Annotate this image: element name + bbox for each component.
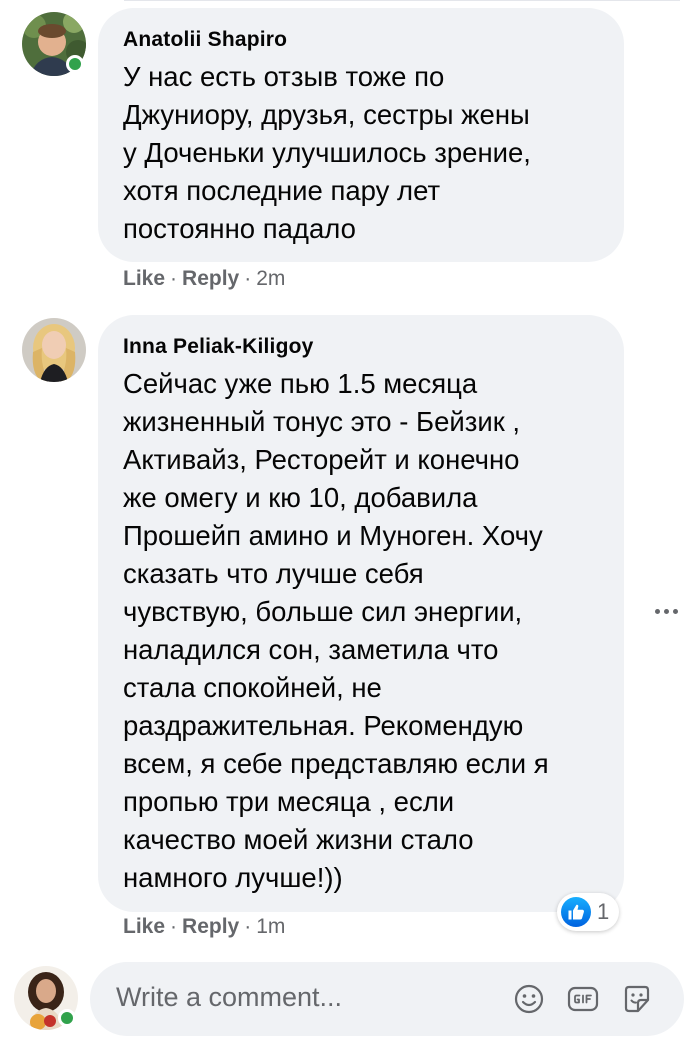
reply-button[interactable]: Reply [182,915,239,938]
dot [672,608,678,614]
comment-input-box[interactable]: Write a comment... [90,962,684,1036]
comment-text-line: Сейчас уже пью 1.5 месяца [123,368,478,399]
comment-actions: Like · Reply · 1m [123,915,285,939]
comment-timestamp[interactable]: 2m [256,267,285,290]
comment-author[interactable]: Anatolii Shapiro [123,28,287,52]
comment-actions: Like · Reply · 2m [123,267,285,291]
comment-text-line: стала спокойней, не [123,672,382,703]
comment-text-line: намного лучше!)) [123,862,343,893]
reaction-count: 1 [597,899,610,924]
dot [654,608,660,614]
comment-text-line: У нас есть отзыв тоже по [123,61,445,92]
thumbs-up-icon [561,897,591,927]
gif-icon[interactable] [566,982,600,1016]
comment-text-line: раздражительная. Рекомендую [123,710,524,741]
comment-author[interactable]: Inna Peliak-Kiligoy [123,335,314,359]
comment-text-line: чувствую, больше сил энергии, [123,596,523,627]
comment-bubble: Inna Peliak-Kiligoy Сейчас уже пью 1.5 м… [98,315,624,912]
comment-text-line: наладился сон, заметила что [123,634,499,665]
comment-text-line: же омегу и кю 10, добавила [123,482,478,513]
comment-text-line: хотя последние пару лет [123,175,441,206]
online-status-icon [58,1009,76,1027]
reply-button[interactable]: Reply [182,267,239,290]
comment-text-line: жизненный тонус это - Бейзик , [123,406,521,437]
like-button[interactable]: Like [123,267,165,290]
emoji-icon[interactable] [512,982,546,1016]
comment-text-line: Прошейп амино и Муноген. Хочу [123,520,543,551]
comment-text-line: Активайз, Ресторейт и конечно [123,444,520,475]
separator: · [244,267,252,290]
divider [124,0,680,1]
separator: · [244,915,252,938]
sticker-icon[interactable] [620,982,654,1016]
separator: · [170,915,178,938]
separator: · [170,267,178,290]
comment-input[interactable]: Write a comment... [116,982,342,1013]
comment-text-line: у Доченьки улучшилось зрение, [123,137,531,168]
comment-text-line: Джуниору, друзья, сестры жены [123,99,530,130]
online-status-icon [66,55,84,73]
comment-text-line: всем, я себе представляю если я [123,748,549,779]
avatar[interactable] [22,318,86,382]
comment-text-line: постоянно падало [123,213,356,244]
comment-text-line: сказать что лучше себя [123,558,424,589]
comment-text-line: пропью три месяца , если [123,786,455,817]
reaction-summary[interactable]: 1 [557,893,620,931]
comment-text-line: качество моей жизни стало [123,824,474,855]
like-button[interactable]: Like [123,915,165,938]
comment-bubble: Anatolii Shapiro У нас есть отзыв тоже п… [98,8,624,262]
dot [663,608,669,614]
comment-timestamp[interactable]: 1m [256,915,285,938]
more-options-icon[interactable] [650,596,682,626]
